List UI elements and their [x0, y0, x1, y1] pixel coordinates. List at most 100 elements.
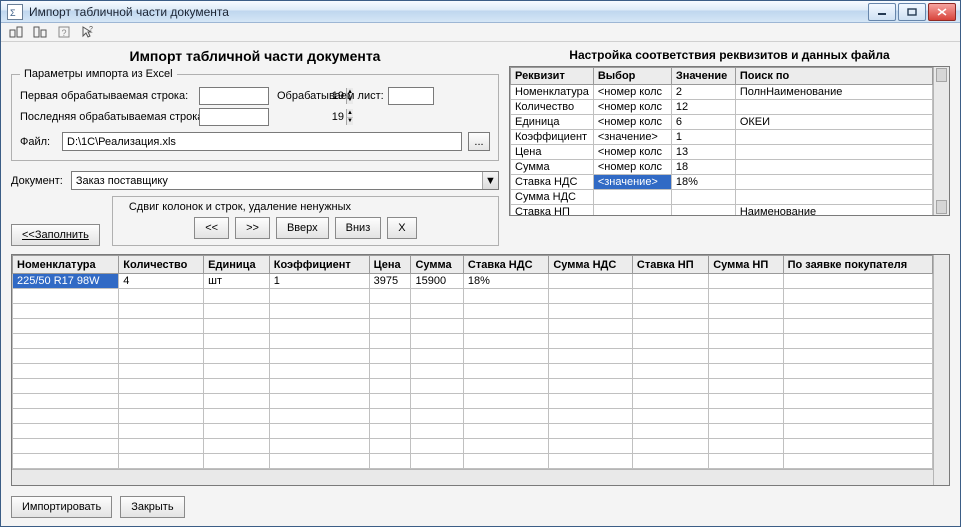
browse-button[interactable]: ... [468, 132, 490, 151]
table-cell[interactable] [269, 424, 369, 439]
table-cell[interactable] [411, 379, 463, 394]
mapping-cell[interactable] [593, 190, 671, 205]
table-cell[interactable] [783, 439, 932, 454]
table-cell[interactable] [709, 349, 783, 364]
table-cell[interactable] [411, 349, 463, 364]
data-header[interactable]: Единица [204, 256, 270, 274]
mapping-row[interactable]: Коэффициент<значение>1 [511, 130, 933, 145]
table-cell[interactable] [119, 439, 204, 454]
data-header[interactable]: Коэффициент [269, 256, 369, 274]
table-cell[interactable] [13, 319, 119, 334]
mapping-cell[interactable] [671, 205, 735, 216]
fill-button[interactable]: <<Заполнить [11, 224, 100, 246]
table-cell[interactable] [269, 289, 369, 304]
table-cell[interactable] [549, 424, 633, 439]
sheet-input[interactable]: ▲▼ [388, 87, 434, 105]
table-cell[interactable] [411, 364, 463, 379]
table-cell[interactable]: 225/50 R17 98W [13, 274, 119, 289]
table-cell[interactable] [411, 454, 463, 469]
table-cell[interactable] [463, 379, 548, 394]
table-cell[interactable] [204, 289, 270, 304]
table-cell[interactable] [783, 274, 932, 289]
table-cell[interactable] [632, 304, 708, 319]
data-header[interactable]: Сумма НДС [549, 256, 633, 274]
table-row[interactable] [13, 394, 933, 409]
table-cell[interactable] [13, 409, 119, 424]
table-cell[interactable] [709, 334, 783, 349]
data-table[interactable]: НоменклатураКоличествоЕдиницаКоэффициент… [12, 255, 933, 469]
table-cell[interactable] [783, 454, 932, 469]
table-cell[interactable] [369, 379, 411, 394]
mapping-cell[interactable]: Сумма НДС [511, 190, 594, 205]
table-cell[interactable] [119, 334, 204, 349]
table-cell[interactable] [369, 349, 411, 364]
table-cell[interactable] [204, 424, 270, 439]
table-cell[interactable] [783, 379, 932, 394]
table-cell[interactable]: 3975 [369, 274, 411, 289]
table-cell[interactable] [13, 454, 119, 469]
mapping-cell[interactable] [593, 205, 671, 216]
mapping-cell[interactable] [735, 160, 932, 175]
table-cell[interactable] [463, 439, 548, 454]
data-header[interactable]: Цена [369, 256, 411, 274]
shift-down-button[interactable]: Вниз [335, 217, 382, 239]
table-cell[interactable] [632, 334, 708, 349]
mapping-header[interactable]: Значение [671, 68, 735, 85]
table-cell[interactable] [369, 424, 411, 439]
table-row[interactable] [13, 349, 933, 364]
mapping-cell[interactable]: Единица [511, 115, 594, 130]
mapping-cell[interactable] [735, 100, 932, 115]
mapping-cell[interactable] [735, 130, 932, 145]
table-cell[interactable] [549, 334, 633, 349]
mapping-cell[interactable]: Ставка НП [511, 205, 594, 216]
table-cell[interactable] [204, 379, 270, 394]
delete-button[interactable]: X [387, 217, 416, 239]
table-cell[interactable] [463, 349, 548, 364]
table-cell[interactable] [709, 379, 783, 394]
table-row[interactable] [13, 439, 933, 454]
table-cell[interactable] [632, 424, 708, 439]
table-cell[interactable] [463, 304, 548, 319]
table-cell[interactable] [269, 454, 369, 469]
table-cell[interactable] [411, 439, 463, 454]
table-cell[interactable] [709, 274, 783, 289]
table-cell[interactable] [632, 364, 708, 379]
table-row[interactable] [13, 364, 933, 379]
table-cell[interactable] [549, 304, 633, 319]
table-cell[interactable] [369, 319, 411, 334]
table-cell[interactable] [119, 394, 204, 409]
mapping-cell[interactable]: Номенклатура [511, 85, 594, 100]
data-header[interactable]: Сумма НП [709, 256, 783, 274]
table-cell[interactable] [549, 409, 633, 424]
table-cell[interactable] [369, 439, 411, 454]
table-cell[interactable] [13, 289, 119, 304]
table-cell[interactable] [549, 289, 633, 304]
table-cell[interactable] [783, 409, 932, 424]
table-cell[interactable]: шт [204, 274, 270, 289]
toolbar-icon-1[interactable] [7, 23, 25, 41]
table-cell[interactable] [269, 319, 369, 334]
table-cell[interactable] [204, 319, 270, 334]
table-cell[interactable] [119, 349, 204, 364]
mapping-cell[interactable]: ПолнНаименование [735, 85, 932, 100]
data-header[interactable]: Количество [119, 256, 204, 274]
first-row-input[interactable]: ▲▼ [199, 87, 269, 105]
mapping-cell[interactable]: 6 [671, 115, 735, 130]
mapping-cell[interactable]: <номер колс [593, 115, 671, 130]
data-header[interactable]: Номенклатура [13, 256, 119, 274]
mapping-row[interactable]: Сумма<номер колс18 [511, 160, 933, 175]
mapping-scrollbar[interactable] [933, 67, 949, 215]
table-cell[interactable] [119, 409, 204, 424]
table-cell[interactable] [709, 304, 783, 319]
table-cell[interactable] [632, 409, 708, 424]
table-cell[interactable] [783, 349, 932, 364]
table-cell[interactable] [13, 349, 119, 364]
mapping-cell[interactable] [735, 190, 932, 205]
mapping-cell[interactable] [671, 190, 735, 205]
table-cell[interactable] [13, 334, 119, 349]
table-cell[interactable] [369, 454, 411, 469]
table-cell[interactable] [411, 319, 463, 334]
table-row[interactable] [13, 379, 933, 394]
table-cell[interactable] [119, 379, 204, 394]
table-cell[interactable] [783, 424, 932, 439]
